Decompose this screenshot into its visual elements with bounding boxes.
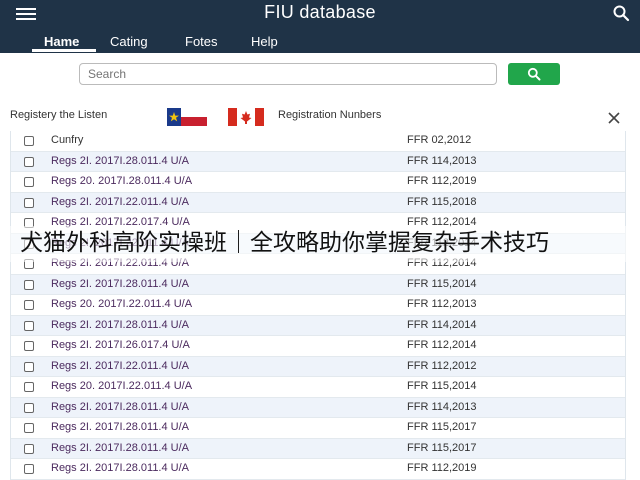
table-row[interactable]: Regs 2Ι. 2017Ι.22.011.4 U/A FFR 112,2012 [11,356,625,377]
registration-number: FFR 114,2013 [407,154,477,167]
row-checkbox[interactable] [24,464,34,474]
list-header: Registery the Listen Registration Nunber… [0,104,640,128]
table-row[interactable]: Regs 20. 2017Ι.22.011.4 U/A FFR 112,2013 [11,295,625,316]
search-input[interactable] [79,63,497,85]
row-checkbox[interactable] [24,361,34,372]
search-button[interactable] [508,63,560,85]
table-row[interactable]: Regs 2Ι. 2017Ι.28.011.4 U/A FFR 115,2017 [11,438,625,459]
search-icon [527,67,541,81]
registration-link[interactable]: Regs 20. 2017Ι.22.011.4 U/A [51,380,192,392]
row-checkbox[interactable] [24,177,34,187]
registration-number: FFR 112,2013 [407,298,477,310]
registration-link[interactable]: Regs 2Ι. 2017Ι.22.011.4 U/A [51,360,189,372]
row-checkbox[interactable] [24,320,34,331]
tab-cating[interactable]: Cating [110,34,148,49]
table-row[interactable]: Regs 2Ι. 2017Ι.28.011.4 U/A FFR 112,2019 [11,459,625,480]
active-tab-indicator [32,49,96,52]
row-checkbox[interactable] [24,279,34,290]
table-row[interactable]: Regs 2Ι. 2017Ι.26.017.4 U/A FFR 112,2014 [11,336,625,357]
registration-link[interactable]: Regs 2Ι. 2017Ι.28.011.4 U/A [51,401,189,413]
tab-help[interactable]: Help [251,34,278,49]
row-checkbox[interactable] [24,300,34,310]
column-header-country: Cunfry [51,134,84,146]
table-row[interactable]: Regs 20. 2017Ι.22.011.4 U/A FFR 115,2014 [11,377,625,398]
registration-number: FFR 112,2019 [407,462,477,474]
search-icon[interactable] [612,4,630,22]
list-title: Registery the Listen [10,109,108,121]
table-row[interactable]: Regs 2Ι. 2017Ι.22.011.4 U/A FFR 115,2018 [11,192,625,213]
registration-number: FFR 114,2013 [407,400,477,413]
registration-table: Cunfry FFR 02,2012 Regs 2Ι. 2017Ι.28.011… [10,131,626,480]
close-icon[interactable] [606,110,622,126]
registration-link[interactable]: Regs 2Ι. 2017Ι.28.011.4 U/A [51,278,189,290]
row-checkbox[interactable] [24,423,34,433]
registration-number: FFR 112,2014 [407,339,477,351]
registration-link[interactable]: Regs 2Ι. 2017Ι.28.011.4 U/A [51,155,189,167]
table-header-row: Cunfry FFR 02,2012 [11,131,625,152]
registration-link[interactable]: Regs 20. 2017Ι.28.011.4 U/A [51,175,192,187]
app-title: FIU database [264,2,376,22]
canada-flag-icon [228,108,264,126]
registration-link[interactable]: Regs 2Ι. 2017Ι.26.017.4 U/A [51,339,190,351]
registration-link[interactable]: Regs 20. 2017Ι.22.011.4 U/A [51,298,192,310]
table-row[interactable]: Regs 20. 2017Ι.28.011.4 U/A FFR 112,2019 [11,172,625,193]
nav-tabs: Hame Cating Fotes Help [0,30,640,53]
select-all-checkbox[interactable] [24,136,34,146]
registration-number: FFR 115,2017 [407,441,477,454]
table-row[interactable]: Regs 2Ι. 2017Ι.28.011.4 U/A FFR 114,2014 [11,315,625,336]
texas-flag-icon [167,108,207,126]
table-row[interactable]: Regs 2Ι. 2017Ι.28.011.4 U/A FFR 115,2014 [11,274,625,295]
registration-link[interactable]: Regs 2Ι. 2017Ι.28.011.4 U/A [51,319,189,331]
row-checkbox[interactable] [24,382,34,392]
registration-number: FFR 112,2012 [407,359,477,372]
app-bar: FIU database Hame Cating Fotes Help [0,0,640,53]
registration-link[interactable]: Regs 2Ι. 2017Ι.28.011.4 U/A [51,421,189,433]
row-checkbox[interactable] [24,197,34,208]
registration-numbers-label: Registration Nunbers [278,109,382,121]
registration-link[interactable]: Regs 2Ι. 2017Ι.28.011.4 U/A [51,442,189,454]
table-row[interactable]: Regs 2Ι. 2017Ι.28.011.4 U/A FFR 114,2013 [11,151,625,172]
column-header-number: FFR 02,2012 [407,134,472,146]
table-row[interactable]: Regs 2Ι. 2017Ι.28.011.4 U/A FFR 115,2017 [11,418,625,439]
tab-home[interactable]: Hame [44,34,79,49]
registration-number: FFR 115,2014 [407,380,477,392]
row-checkbox[interactable] [24,443,34,454]
registration-number: FFR 114,2014 [407,318,477,331]
registration-number: FFR 115,2018 [407,195,477,208]
row-checkbox[interactable] [24,156,34,167]
registration-number: FFR 115,2017 [407,421,477,433]
row-checkbox[interactable] [24,341,34,351]
registration-link[interactable]: Regs 2Ι. 2017Ι.28.011.4 U/A [51,462,189,474]
row-checkbox[interactable] [24,402,34,413]
tab-fotes[interactable]: Fotes [185,34,218,49]
caption-overlay: 犬猫外科高阶实操班｜全攻略助你掌握复杂手术技巧 [20,230,549,256]
registration-number: FFR 115,2014 [407,277,477,290]
registration-number: FFR 112,2019 [407,175,477,187]
table-row[interactable]: Regs 2Ι. 2017Ι.28.011.4 U/A FFR 114,2013 [11,397,625,418]
registration-link[interactable]: Regs 2Ι. 2017Ι.22.011.4 U/A [51,196,189,208]
